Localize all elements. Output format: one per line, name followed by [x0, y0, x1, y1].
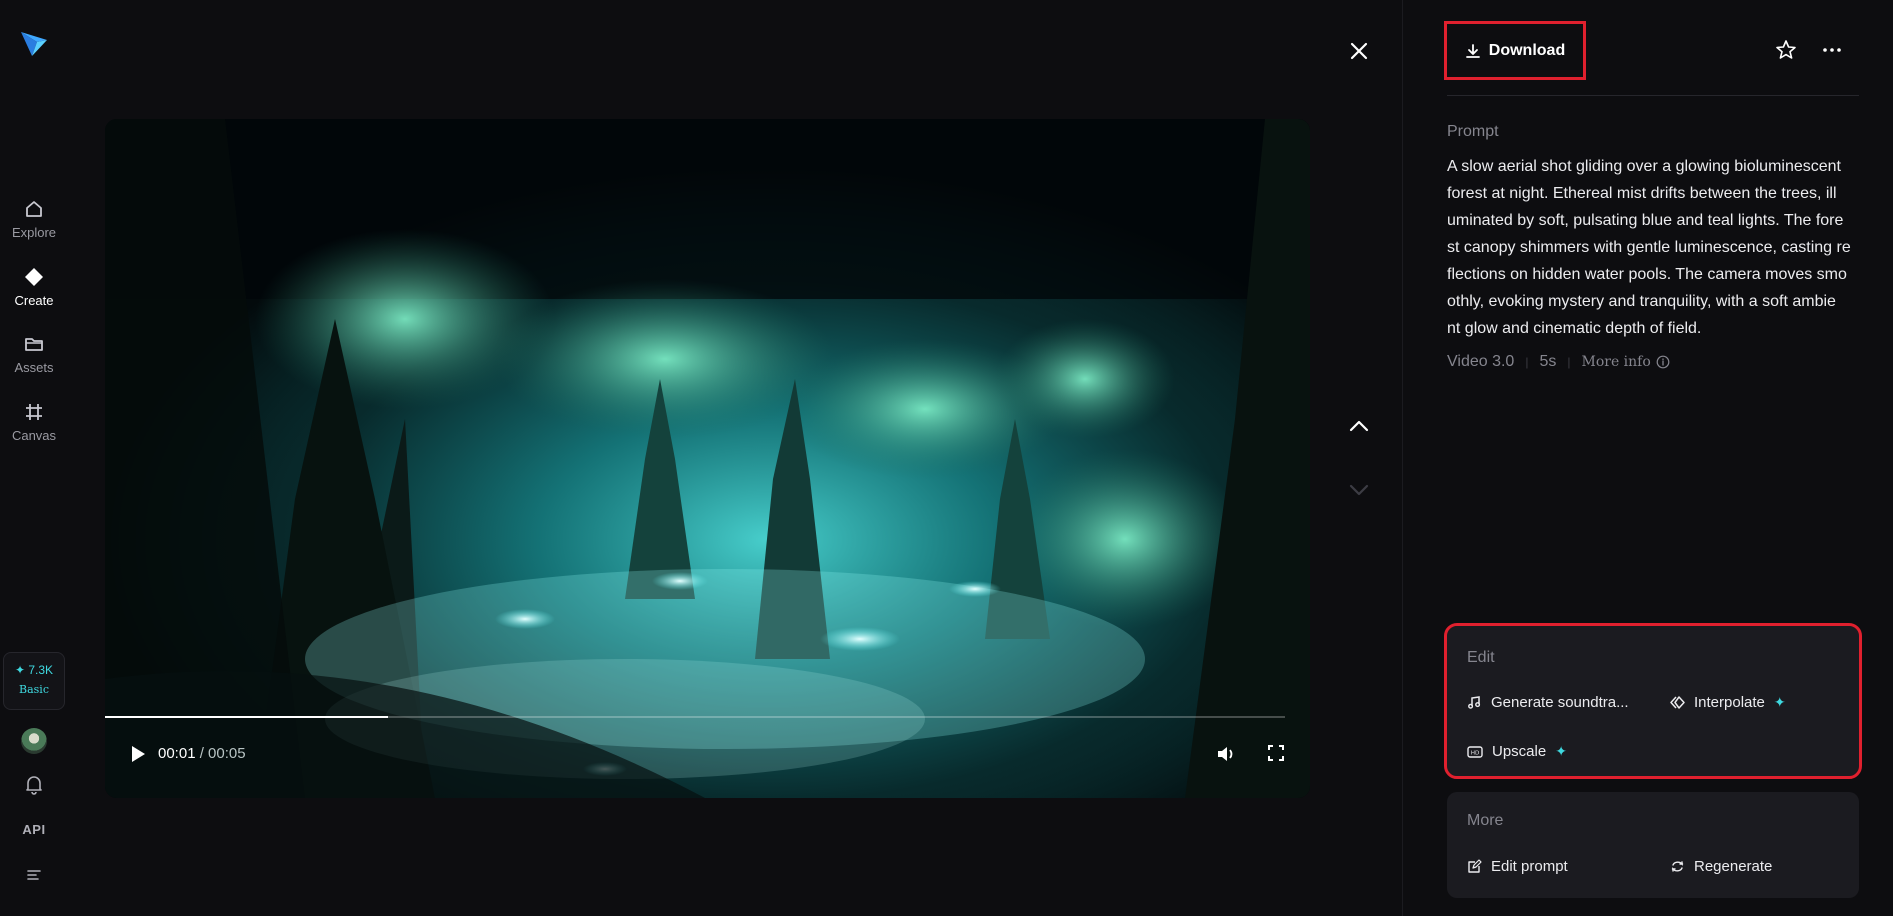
star-icon[interactable]: [1774, 38, 1798, 62]
progress-bar[interactable]: [105, 716, 1285, 718]
left-sidebar: Explore Create Assets Canvas ✦ 7.3K Basi…: [0, 0, 68, 916]
nav-item-assets[interactable]: Assets: [0, 333, 68, 375]
prompt-line: st canopy shimmers with gentle luminesce…: [1447, 239, 1851, 256]
music-note-icon: [1468, 696, 1481, 709]
edit-title: Edit: [1467, 649, 1495, 666]
regenerate-label: Regenerate: [1694, 858, 1773, 875]
prompt-line: flections on hidden water pools. The cam…: [1447, 266, 1847, 283]
prompt-label: Prompt: [1447, 123, 1499, 140]
edit-prompt-button[interactable]: Edit prompt: [1467, 858, 1568, 875]
credits-amount: ✦ 7.3K: [4, 663, 64, 677]
info-icon: [1656, 355, 1670, 369]
nav-item-explore[interactable]: Explore: [0, 198, 68, 240]
fullscreen-icon[interactable]: [1267, 744, 1285, 762]
nav-label-explore: Explore: [11, 225, 57, 240]
prompt-text: A slow aerial shot gliding over a glowin…: [1447, 153, 1859, 342]
nav-label-create: Create: [14, 293, 54, 308]
time-display: 00:01 / 00:05: [158, 745, 246, 762]
avatar[interactable]: [21, 728, 47, 754]
video-length: 5s: [1539, 353, 1557, 370]
nav-item-create[interactable]: Create: [0, 266, 68, 308]
logo-icon[interactable]: [18, 28, 50, 60]
volume-icon[interactable]: [1215, 743, 1237, 765]
download-button[interactable]: Download: [1444, 21, 1586, 80]
premium-sparkle-icon: ✦: [1555, 743, 1567, 759]
menu-icon[interactable]: [26, 868, 42, 882]
plan-label: Basic: [19, 683, 49, 696]
upscale-label: Upscale: [1492, 743, 1547, 760]
more-title: More: [1467, 812, 1504, 829]
details-panel: Download Prompt A slow aerial shot glidi…: [1444, 0, 1862, 916]
current-time: 00:01: [158, 745, 196, 762]
interpolate-label: Interpolate: [1694, 694, 1765, 711]
generation-meta: Video 3.0 | 5s | More info: [1447, 353, 1670, 371]
bell-icon[interactable]: [24, 774, 44, 796]
nav-label-canvas: Canvas: [11, 428, 57, 443]
close-icon[interactable]: [1348, 40, 1370, 62]
meta-separator: |: [1567, 355, 1571, 369]
upscale-button[interactable]: HD Upscale ✦: [1467, 743, 1567, 760]
premium-sparkle-icon: ✦: [1773, 694, 1786, 710]
nav-item-canvas[interactable]: Canvas: [0, 401, 68, 443]
model-name: Video 3.0: [1447, 353, 1515, 370]
hd-icon: HD: [1467, 745, 1483, 758]
chevron-down-icon: [1349, 484, 1369, 496]
progress-fill: [105, 716, 389, 718]
prompt-line: uminated by soft, pulsating blue and tea…: [1447, 212, 1844, 229]
credits-value: 7.3K: [28, 663, 54, 677]
header-divider: [1447, 95, 1859, 96]
svg-text:HD: HD: [1471, 750, 1479, 756]
video-player[interactable]: 00:01 / 00:05: [105, 119, 1310, 798]
regenerate-icon: [1671, 861, 1684, 872]
prompt-line: A slow aerial shot gliding over a glowin…: [1447, 158, 1841, 175]
sparkle-icon: ✦: [14, 663, 26, 677]
interpolate-button[interactable]: Interpolate ✦: [1670, 694, 1786, 711]
play-icon[interactable]: [130, 745, 146, 763]
video-frame: [105, 119, 1310, 798]
credits-badge[interactable]: ✦ 7.3K Basic: [3, 652, 65, 710]
edit-prompt-label: Edit prompt: [1491, 858, 1568, 875]
meta-separator: |: [1525, 355, 1529, 369]
more-info-label: More info: [1581, 354, 1651, 370]
generate-soundtrack-label: Generate soundtra...: [1491, 694, 1629, 711]
more-card: More Edit prompt Regenerate: [1447, 792, 1859, 898]
download-icon: [1465, 43, 1480, 58]
duration: / 00:05: [199, 745, 246, 762]
home-icon: [26, 201, 42, 217]
prompt-line: nt glow and cinematic depth of field.: [1447, 320, 1702, 337]
interpolate-icon: [1670, 696, 1685, 709]
frame-icon: [26, 404, 42, 420]
more-info-link[interactable]: More info: [1581, 354, 1670, 370]
chevron-up-icon[interactable]: [1348, 417, 1370, 435]
api-link[interactable]: API: [0, 822, 68, 837]
generate-soundtrack-button[interactable]: Generate soundtra...: [1467, 694, 1629, 711]
edit-card: Edit Generate soundtra... Interpolate ✦ …: [1444, 623, 1862, 779]
folder-icon: [25, 338, 43, 351]
download-label: Download: [1488, 41, 1566, 59]
prompt-line: othly, evoking mystery and tranquility, …: [1447, 293, 1836, 310]
player-controls: 00:01 / 00:05: [105, 741, 1310, 767]
diamond-icon: [25, 268, 43, 286]
prompt-line: forest at night. Ethereal mist drifts be…: [1447, 185, 1837, 202]
more-options-icon[interactable]: [1820, 38, 1844, 62]
edit-icon: [1468, 859, 1482, 873]
nav-label-assets: Assets: [14, 360, 54, 375]
regenerate-button[interactable]: Regenerate: [1670, 858, 1772, 875]
panel-divider: [1402, 0, 1403, 916]
